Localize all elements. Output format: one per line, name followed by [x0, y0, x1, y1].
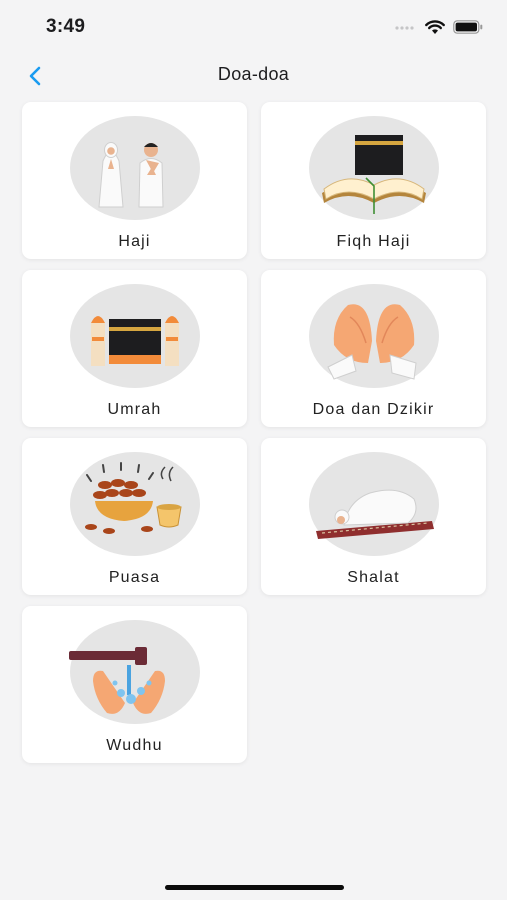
menu-card-haji[interactable]: Haji — [22, 102, 247, 259]
menu-card-puasa[interactable]: Puasa — [22, 438, 247, 595]
pilgrims-icon — [70, 116, 200, 220]
menu-card-label: Umrah — [107, 401, 162, 418]
kaaba-minarets-icon — [70, 284, 200, 388]
menu-card-label: Puasa — [108, 569, 161, 586]
status-time: 3:49 — [46, 16, 86, 37]
ablution-hands-icon — [69, 620, 200, 724]
prostration-icon — [309, 452, 439, 556]
menu-grid: Haji Fiqh Haji Umrah Doa dan Dzikir Puas… — [22, 102, 486, 763]
wifi-icon — [425, 19, 445, 34]
praying-hands-icon — [309, 284, 439, 388]
battery-icon — [453, 20, 483, 34]
home-indicator[interactable] — [165, 885, 344, 890]
kaaba-book-icon — [309, 116, 439, 220]
dates-tea-icon — [70, 452, 200, 556]
status-icons — [395, 18, 483, 36]
menu-card-fiqh-haji[interactable]: Fiqh Haji — [261, 102, 486, 259]
menu-card-umrah[interactable]: Umrah — [22, 270, 247, 427]
status-bar: 3:49 — [0, 0, 507, 54]
menu-card-label: Wudhu — [106, 737, 163, 754]
page-title: Doa-doa — [217, 64, 290, 84]
menu-card-label: Shalat — [347, 569, 400, 586]
navigation-bar: Doa-doa — [0, 54, 507, 98]
menu-card-label: Fiqh Haji — [336, 233, 411, 250]
menu-card-wudhu[interactable]: Wudhu — [22, 606, 247, 763]
menu-card-label: Haji — [118, 233, 151, 250]
cellular-signal-icon — [395, 26, 414, 30]
menu-card-shalat[interactable]: Shalat — [261, 438, 486, 595]
menu-card-doa-dan-dzikir[interactable]: Doa dan Dzikir — [261, 270, 486, 427]
menu-card-label: Doa dan Dzikir — [312, 401, 435, 418]
